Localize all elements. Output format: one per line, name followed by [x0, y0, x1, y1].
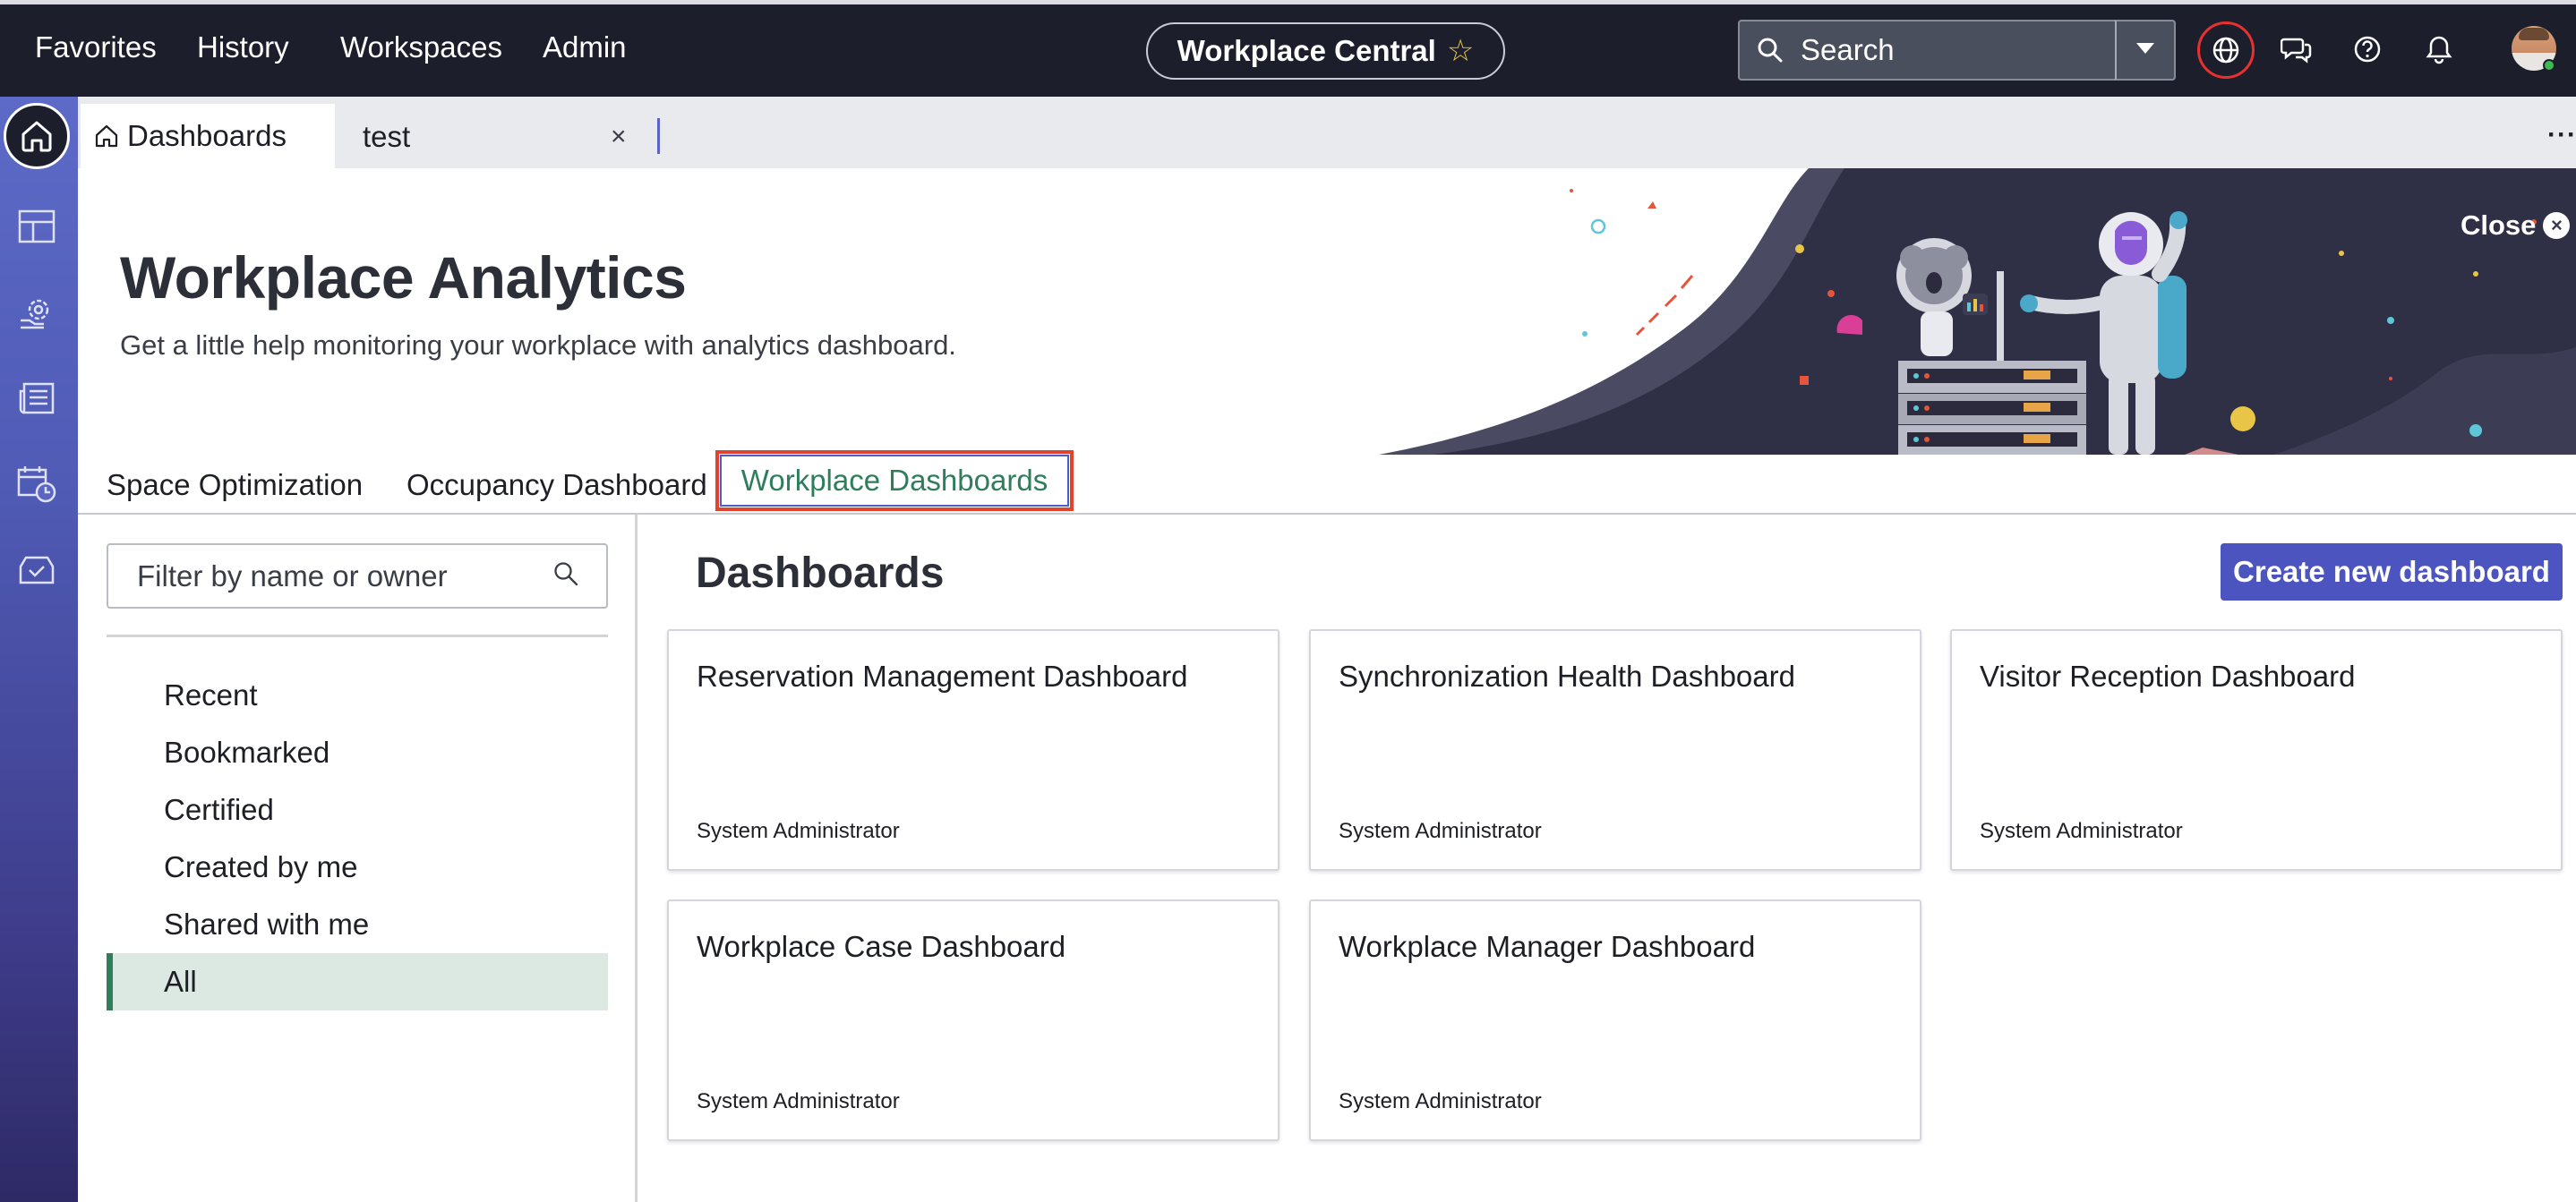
filter-separator: [107, 635, 608, 637]
home-icon[interactable]: [4, 103, 70, 169]
filter-item-recent[interactable]: Recent: [107, 667, 608, 724]
calendar-clock-icon[interactable]: [13, 460, 61, 508]
settings-gear-icon[interactable]: [13, 288, 61, 337]
dashboard-card[interactable]: Reservation Management Dashboard System …: [667, 629, 1279, 871]
filter-input[interactable]: [137, 558, 531, 593]
tab-strip: [78, 97, 2576, 168]
filter-item-bookmarked[interactable]: Bookmarked: [107, 724, 608, 781]
filter-field[interactable]: [107, 543, 608, 609]
filter-item-certified[interactable]: Certified: [107, 781, 608, 839]
dashboard-card-title: Reservation Management Dashboard: [697, 660, 1188, 693]
dashboards-heading: Dashboards: [696, 550, 945, 597]
panel-divider: [635, 515, 638, 1202]
tab-dashboards[interactable]: Dashboards: [81, 104, 335, 168]
chat-icon[interactable]: [2272, 24, 2322, 74]
globe-icon[interactable]: [2197, 21, 2255, 79]
subtab-underline: [78, 513, 2576, 515]
tab-insert-caret: [657, 118, 660, 154]
dashboard-card[interactable]: Visitor Reception Dashboard System Admin…: [1950, 629, 2563, 871]
bell-icon[interactable]: [2414, 24, 2464, 74]
dashboard-card-owner: System Administrator: [1980, 819, 2183, 843]
close-icon[interactable]: ×: [611, 122, 627, 152]
nav-workspaces[interactable]: Workspaces: [340, 30, 502, 64]
tab-dashboards-label: Dashboards: [127, 119, 287, 152]
dashboard-card-owner: System Administrator: [1339, 1089, 1542, 1113]
dashboard-card[interactable]: Workplace Case Dashboard System Administ…: [667, 899, 1279, 1141]
left-app-rail: [0, 97, 78, 1202]
search-icon: [552, 560, 579, 592]
filter-item-created-by-me[interactable]: Created by me: [107, 839, 608, 896]
global-search-input[interactable]: Search: [1738, 20, 2117, 81]
dashboard-card[interactable]: Synchronization Health Dashboard System …: [1309, 629, 1921, 871]
nav-favorites[interactable]: Favorites: [35, 30, 157, 64]
subtab-focus-ring: [720, 455, 1069, 507]
subtab-space-optimization[interactable]: Space Optimization: [107, 468, 363, 502]
banner-close-label: Close: [2460, 209, 2537, 241]
create-new-dashboard-button[interactable]: Create new dashboard: [2221, 543, 2563, 601]
search-placeholder: Search: [1801, 33, 1895, 66]
star-outline-icon[interactable]: ☆: [1447, 33, 1474, 69]
app-title-pill[interactable]: Workplace Central ☆: [1146, 22, 1505, 80]
dashboard-card-owner: System Administrator: [1339, 819, 1542, 843]
dashboard-card-title: Workplace Case Dashboard: [697, 930, 1066, 963]
close-circle-icon: ×: [2543, 212, 2571, 239]
banner-title: Workplace Analytics: [120, 244, 687, 311]
home-outline-icon: [93, 123, 120, 149]
dashboard-card-title: Visitor Reception Dashboard: [1980, 660, 2356, 693]
filter-item-shared-with-me[interactable]: Shared with me: [107, 896, 608, 953]
banner-close-button[interactable]: Close ×: [2460, 209, 2571, 242]
nav-admin[interactable]: Admin: [543, 30, 627, 64]
caret-down-icon: [2135, 41, 2156, 60]
inbox-check-icon[interactable]: [13, 546, 61, 594]
help-icon[interactable]: [2342, 24, 2392, 74]
space-illustration: [1379, 168, 2576, 455]
dashboard-card-title: Synchronization Health Dashboard: [1339, 660, 1795, 693]
newspaper-icon[interactable]: [13, 374, 61, 422]
dashboard-card-title: Workplace Manager Dashboard: [1339, 930, 1756, 963]
layout-icon[interactable]: [13, 202, 61, 251]
dashboard-card[interactable]: Workplace Manager Dashboard System Admin…: [1309, 899, 1921, 1141]
filter-item-all[interactable]: All: [107, 953, 608, 1010]
subtab-occupancy-dashboard[interactable]: Occupancy Dashboard: [407, 468, 707, 502]
top-edge-line: [0, 0, 2576, 4]
nav-history[interactable]: History: [197, 30, 289, 64]
app-title: Workplace Central: [1177, 34, 1436, 67]
search-icon: [1756, 36, 1784, 64]
more-options-icon[interactable]: ···: [2547, 120, 2576, 150]
search-scope-dropdown[interactable]: [2115, 20, 2176, 81]
online-status-dot: [2543, 59, 2555, 72]
tab-test[interactable]: test: [363, 120, 410, 154]
dashboard-card-owner: System Administrator: [697, 1089, 900, 1113]
banner-subtitle: Get a little help monitoring your workpl…: [120, 329, 956, 361]
dashboard-card-owner: System Administrator: [697, 819, 900, 843]
